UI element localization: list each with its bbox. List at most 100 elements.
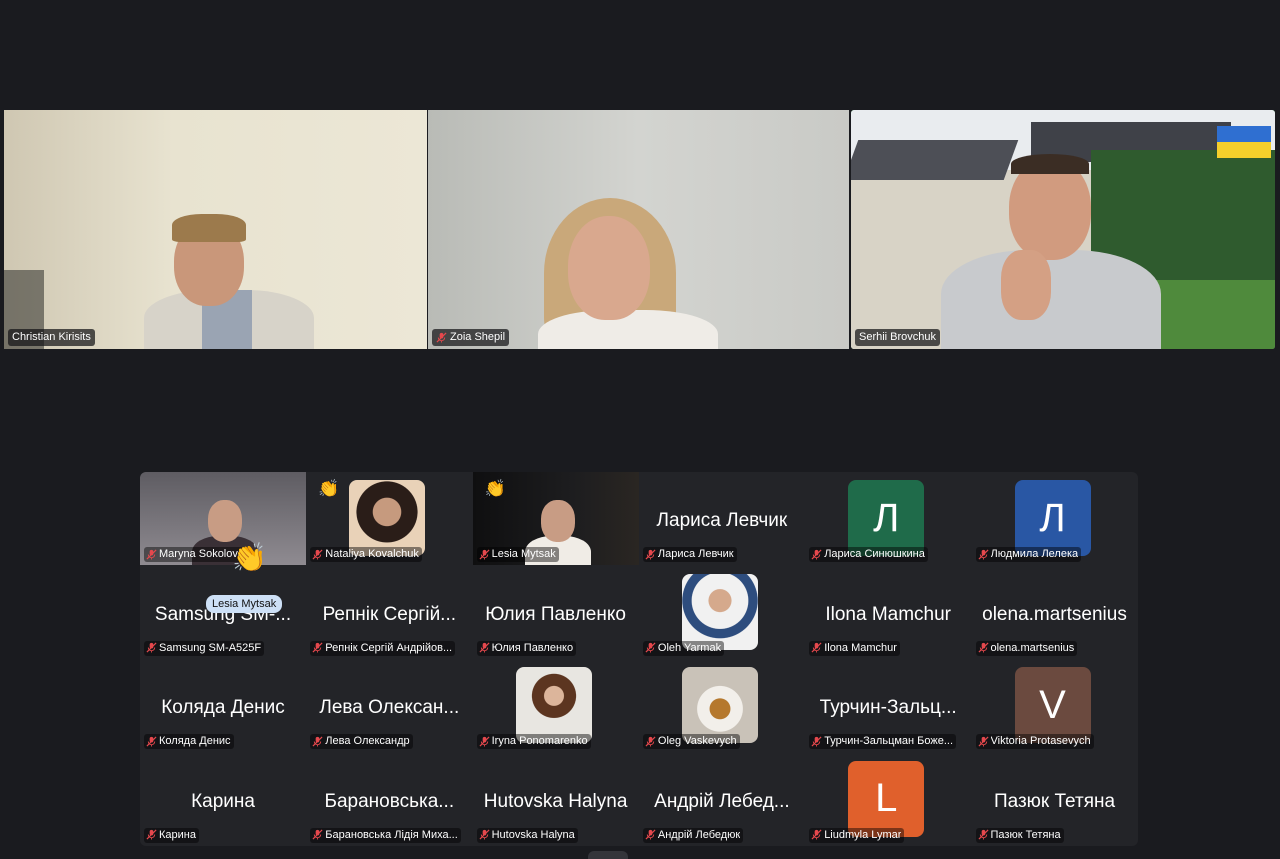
participant-tile[interactable]: V Viktoria Protasevych [972,659,1138,752]
speaker-tile-zoia[interactable]: Zoia Shepil [428,110,849,349]
participant-name: olena.martsenius [990,641,1075,654]
mic-off-icon [645,735,656,747]
participant-name: Oleg Vaskevych [657,735,737,747]
participant-name: Samsung SM-A525F [159,641,262,654]
participant-display-name: Турчин-Зальц... [819,697,957,718]
participant-tile[interactable]: Турчин-Зальц... Турчин-Зальцман Боже... [805,659,971,752]
participant-display-name: Лева Олексан... [319,697,460,718]
speaker-name: Zoia Shepil [450,331,506,343]
participant-name: Лариса Синюшкина [824,548,925,560]
participant-name-tag: Коляда Денис [144,734,234,749]
participant-name-tag: Людмила Лелека [975,547,1082,562]
participant-tile[interactable]: Пазюк Тетяна Пазюк Тетяна [972,753,1138,846]
participant-name: Пазюк Тетяна [990,828,1061,841]
participant-name: Карина [159,828,196,841]
participant-display-name: Лариса Левчик [656,510,788,531]
participant-name: Liudmyla Lymar [824,828,902,841]
participant-name-tag: Турчин-Зальцман Боже... [809,734,957,749]
mic-off-icon [312,829,323,840]
participant-photo [349,480,426,556]
participant-name: Viktoria Protasevych [990,735,1091,747]
participant-name-tag: Samsung SM-A525F [144,640,265,656]
participant-tile[interactable]: Коляда Денис Коляда Денис [140,659,306,752]
raised-hand-icon: 👏 [484,479,506,498]
participant-tile[interactable]: Андрій Лебед... Андрій Лебедюк [639,753,805,846]
mic-off-icon [645,829,656,840]
mic-off-icon [479,548,490,560]
participant-tile[interactable]: Юлия Павленко Юлия Павленко [473,566,639,659]
participant-name-tag: Lesia Mytsak [476,547,559,562]
mic-off-icon [479,735,490,747]
participant-tile[interactable]: Oleg Vaskevych [639,659,805,752]
participant-name-tag: Oleg Vaskevych [642,734,740,749]
mic-off-icon [645,548,656,560]
participant-display-name: Hutovska Halyna [483,790,628,812]
participant-name: Репнік Сергій Андрійов... [325,641,453,654]
participant-tile[interactable]: Ilona Mamchur Ilona Mamchur [805,566,971,659]
participant-tile[interactable]: Maryna Sokolova [140,472,306,565]
participant-name: Hutovska Halyna [491,828,575,841]
speaker-tile-christian[interactable]: Christian Kirisits [4,110,427,349]
participant-name-tag: Hutovska Halyna [476,827,578,843]
participant-name-tag: Репнік Сергій Андрійов... [310,640,456,656]
participant-tile[interactable]: Л Людмила Лелека [972,472,1138,565]
mic-off-icon [312,642,323,653]
raised-hand-icon: 👏 [232,542,267,573]
mic-off-icon [977,829,989,840]
speaker-name-tag: Christian Kirisits [8,329,95,346]
participant-avatar: Л [848,480,925,556]
participant-name: Lesia Mytsak [491,548,556,560]
mic-off-icon [436,331,447,343]
mic-off-icon [977,642,989,653]
participant-name-tag: Ilona Mamchur [809,640,900,656]
participant-name-tag: Oleh Yarmak [642,640,725,656]
participant-tile[interactable]: Oleh Yarmak [639,566,805,659]
mic-off-icon [146,642,157,653]
participant-display-name: Репнік Сергій... [322,603,457,625]
participant-name-tag: Пазюк Тетяна [975,827,1064,843]
speaker-name: Christian Kirisits [12,331,91,343]
participant-display-name: Пазюк Тетяна [993,790,1116,812]
speaker-name-tag: Zoia Shepil [432,329,510,346]
participant-avatar: Л [1014,480,1091,556]
participant-tile[interactable]: Карина Карина [140,753,306,846]
mic-off-icon [312,548,323,560]
participant-tile[interactable]: L Liudmyla Lymar [805,753,971,846]
participant-name-tag: Liudmyla Lymar [809,827,905,843]
scroll-handle[interactable] [588,851,628,859]
mic-off-icon [479,642,490,653]
participant-name: Коляда Денис [159,735,231,747]
participant-photo [681,667,758,743]
participant-tooltip: Lesia Mytsak [206,595,283,613]
participant-tile[interactable]: 👏 Lesia Mytsak [472,472,639,565]
participant-tile[interactable]: Л Лариса Синюшкина [805,472,971,565]
speaker-tile-serhii[interactable]: Serhii Brovchuk [851,110,1275,349]
mic-off-icon [146,829,157,840]
participant-tile[interactable]: Репнік Сергій... Репнік Сергій Андрійов..… [306,566,472,659]
mic-off-icon [146,548,157,560]
participant-display-name: Ilona Mamchur [825,603,952,625]
flag-icon [1217,126,1271,158]
raised-hand-icon: 👏 [318,479,340,498]
participant-name: Лева Олександр [325,735,410,747]
participant-name-tag: Карина [144,827,199,843]
participant-name: Андрій Лебедюк [657,828,741,841]
mic-off-icon [146,735,157,747]
participant-avatar: L [848,760,925,837]
participant-name-tag: Iryna Ponomarenko [476,734,591,749]
participant-tile[interactable]: Iryna Ponomarenko [473,659,639,752]
participant-name: Барановська Лідія Миха... [325,828,458,841]
participant-tile[interactable]: Hutovska Halyna Hutovska Halyna [473,753,639,846]
participant-avatar: V [1014,667,1091,743]
mic-off-icon [811,548,822,560]
participant-name-tag: Лариса Синюшкина [809,547,928,562]
mic-off-icon [977,735,989,747]
speaker-name: Serhii Brovchuk [859,331,937,343]
participant-tile[interactable]: Лева Олексан... Лева Олександр [306,659,472,752]
participant-tile[interactable]: Барановська... Барановська Лідія Миха... [306,753,472,846]
participant-tile[interactable]: 👏 Nataliya Kovalchuk [306,472,472,565]
participant-name: Ilona Mamchur [824,641,897,654]
participant-tile[interactable]: Лариса Левчик Лариса Левчик [639,472,805,565]
mic-off-icon [645,642,656,653]
participant-tile[interactable]: olena.martsenius olena.martsenius [972,566,1138,659]
